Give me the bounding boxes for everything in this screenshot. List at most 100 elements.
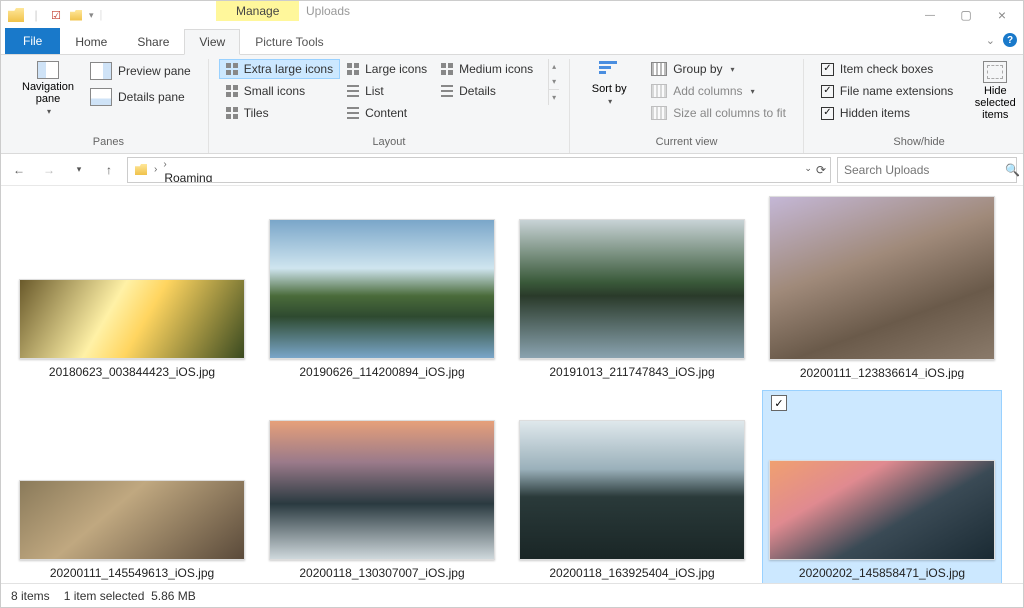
details-pane-icon bbox=[90, 88, 112, 106]
layout-more[interactable]: ▾ bbox=[549, 89, 559, 105]
group-label-show-hide: Show/hide bbox=[893, 133, 944, 151]
item-check-boxes-toggle[interactable]: Item check boxes bbox=[814, 59, 960, 79]
file-item[interactable]: 20190626_114200894_iOS.jpg bbox=[263, 190, 501, 385]
layout-tiles[interactable]: Tiles bbox=[219, 103, 340, 123]
layout-details[interactable]: Details bbox=[434, 81, 540, 101]
add-columns-icon bbox=[651, 84, 667, 98]
close-button[interactable]: × bbox=[987, 4, 1017, 26]
recent-locations-button[interactable]: ▾ bbox=[67, 158, 91, 182]
layout-medium[interactable]: Medium icons bbox=[434, 59, 540, 79]
group-label-panes: Panes bbox=[93, 133, 124, 151]
tab-picture-tools[interactable]: Picture Tools bbox=[240, 28, 338, 54]
sort-by-label: Sort by bbox=[592, 83, 627, 95]
size-columns-button[interactable]: Size all columns to fit bbox=[644, 103, 793, 123]
content-icon bbox=[347, 107, 359, 119]
add-columns-button[interactable]: Add columns▾ bbox=[644, 81, 793, 101]
thumbnail-grid: 20180623_003844423_iOS.jpg 20190626_11420… bbox=[13, 190, 1011, 583]
layout-scroll-down[interactable]: ▾ bbox=[549, 74, 559, 89]
navigation-row: ← → ▾ ↑ › This PC›Local Disk (C:)›Users›… bbox=[1, 154, 1023, 186]
layout-content[interactable]: Content bbox=[340, 103, 434, 123]
layout-list[interactable]: List bbox=[340, 81, 434, 101]
file-thumbnail bbox=[19, 279, 245, 359]
search-input[interactable] bbox=[844, 163, 999, 177]
layout-small[interactable]: Small icons bbox=[219, 81, 340, 101]
contextual-tab-label: Manage bbox=[216, 1, 299, 21]
content-area[interactable]: 20180623_003844423_iOS.jpg 20190626_11420… bbox=[1, 186, 1023, 583]
file-thumbnail bbox=[769, 460, 995, 560]
hidden-items-toggle[interactable]: Hidden items bbox=[814, 103, 960, 123]
ribbon-group-current-view: Sort by ▾ Group by▾ Add columns▾ Size al… bbox=[570, 59, 804, 153]
file-item[interactable]: 20200118_163925404_iOS.jpg bbox=[513, 391, 751, 583]
file-item[interactable]: 20191013_211747843_iOS.jpg bbox=[513, 190, 751, 385]
file-item[interactable]: 20200118_130307007_iOS.jpg bbox=[263, 391, 501, 583]
file-thumbnail bbox=[19, 480, 245, 560]
maximize-button[interactable]: ▢ bbox=[951, 4, 981, 26]
ribbon-group-layout: Extra large icons Large icons Medium ico… bbox=[209, 59, 570, 153]
checkbox-icon bbox=[821, 107, 834, 120]
preview-pane-button[interactable]: Preview pane bbox=[83, 59, 198, 83]
group-label-layout: Layout bbox=[372, 133, 405, 151]
folder-icon bbox=[132, 161, 150, 179]
file-item[interactable]: ✓ 20200202_145858471_iOS.jpg bbox=[763, 391, 1001, 583]
forward-button[interactable]: → bbox=[37, 158, 61, 182]
hide-selected-button[interactable]: Hide selected items bbox=[966, 59, 1024, 123]
tab-share[interactable]: Share bbox=[122, 28, 184, 54]
back-button[interactable]: ← bbox=[7, 158, 31, 182]
minimize-button[interactable]: — bbox=[915, 4, 945, 26]
checkbox-icon bbox=[821, 63, 834, 76]
layout-gallery: Extra large icons Large icons Medium ico… bbox=[219, 59, 540, 123]
file-item[interactable]: 20200111_123836614_iOS.jpg bbox=[763, 190, 1001, 385]
up-button[interactable]: ↑ bbox=[97, 158, 121, 182]
sort-by-button[interactable]: Sort by ▾ bbox=[580, 59, 638, 108]
chevron-right-icon[interactable]: › bbox=[161, 159, 168, 170]
group-by-button[interactable]: Group by▾ bbox=[644, 59, 793, 79]
navigation-pane-icon bbox=[37, 61, 59, 79]
hide-selected-label: Hide selected items bbox=[968, 85, 1022, 121]
layout-extra-large[interactable]: Extra large icons bbox=[219, 59, 340, 79]
file-thumbnail bbox=[519, 420, 745, 560]
qat-caret-icon[interactable]: ▾ bbox=[87, 10, 94, 21]
tab-file[interactable]: File bbox=[5, 28, 60, 54]
tab-home[interactable]: Home bbox=[60, 28, 122, 54]
chevron-down-icon: ▾ bbox=[751, 87, 755, 96]
file-item[interactable]: 20180623_003844423_iOS.jpg bbox=[13, 190, 251, 385]
item-checkbox[interactable]: ✓ bbox=[771, 395, 787, 411]
large-icon bbox=[347, 63, 359, 75]
layout-scroll-up[interactable]: ▴ bbox=[549, 59, 559, 74]
file-name-label: 20180623_003844423_iOS.jpg bbox=[49, 359, 215, 379]
details-pane-label: Details pane bbox=[118, 90, 185, 104]
file-thumbnail bbox=[269, 420, 495, 560]
ribbon-group-panes: Navigation pane ▾ Preview pane Details p… bbox=[9, 59, 209, 153]
address-bar[interactable]: › This PC›Local Disk (C:)›Users›jeffw›Ap… bbox=[127, 157, 831, 183]
hide-selected-icon bbox=[983, 61, 1007, 83]
extra-large-icon bbox=[226, 63, 238, 75]
address-dropdown-icon[interactable]: ⌄ bbox=[804, 163, 812, 177]
ribbon-collapse-icon[interactable]: ⌄ bbox=[986, 34, 995, 47]
folder-icon bbox=[7, 6, 25, 24]
checkbox-icon bbox=[821, 85, 834, 98]
refresh-button[interactable]: ⟳ bbox=[816, 163, 826, 177]
qat-separator: | bbox=[27, 6, 45, 24]
details-pane-button[interactable]: Details pane bbox=[83, 85, 198, 109]
ribbon: Navigation pane ▾ Preview pane Details p… bbox=[1, 55, 1023, 154]
navigation-pane-button[interactable]: Navigation pane ▾ bbox=[19, 59, 77, 118]
file-name-extensions-toggle[interactable]: File name extensions bbox=[814, 81, 960, 101]
layout-large[interactable]: Large icons bbox=[340, 59, 434, 79]
checkmark-icon[interactable]: ☑ bbox=[47, 6, 65, 24]
group-icon bbox=[651, 62, 667, 76]
tab-view[interactable]: View bbox=[184, 29, 240, 55]
file-name-label: 20200111_145549613_iOS.jpg bbox=[50, 560, 214, 580]
ribbon-tabs: File Home Share View Picture Tools ⌄ ? bbox=[1, 29, 1023, 55]
search-box[interactable]: 🔍 bbox=[837, 157, 1017, 183]
help-icon[interactable]: ? bbox=[1003, 33, 1017, 47]
resize-icon bbox=[651, 106, 667, 120]
file-name-label: 20200202_145858471_iOS.jpg bbox=[799, 560, 965, 580]
file-name-label: 20200111_123836614_iOS.jpg bbox=[800, 360, 964, 379]
file-item[interactable]: 20200111_145549613_iOS.jpg bbox=[13, 391, 251, 583]
breadcrumb-roaming[interactable]: Roaming bbox=[161, 170, 246, 183]
medium-icon bbox=[441, 63, 453, 75]
chevron-right-icon[interactable]: › bbox=[152, 164, 159, 175]
chevron-down-icon: ▾ bbox=[47, 107, 51, 116]
qat-divider: | bbox=[96, 9, 107, 21]
qat-overflow-icon[interactable] bbox=[67, 6, 85, 24]
